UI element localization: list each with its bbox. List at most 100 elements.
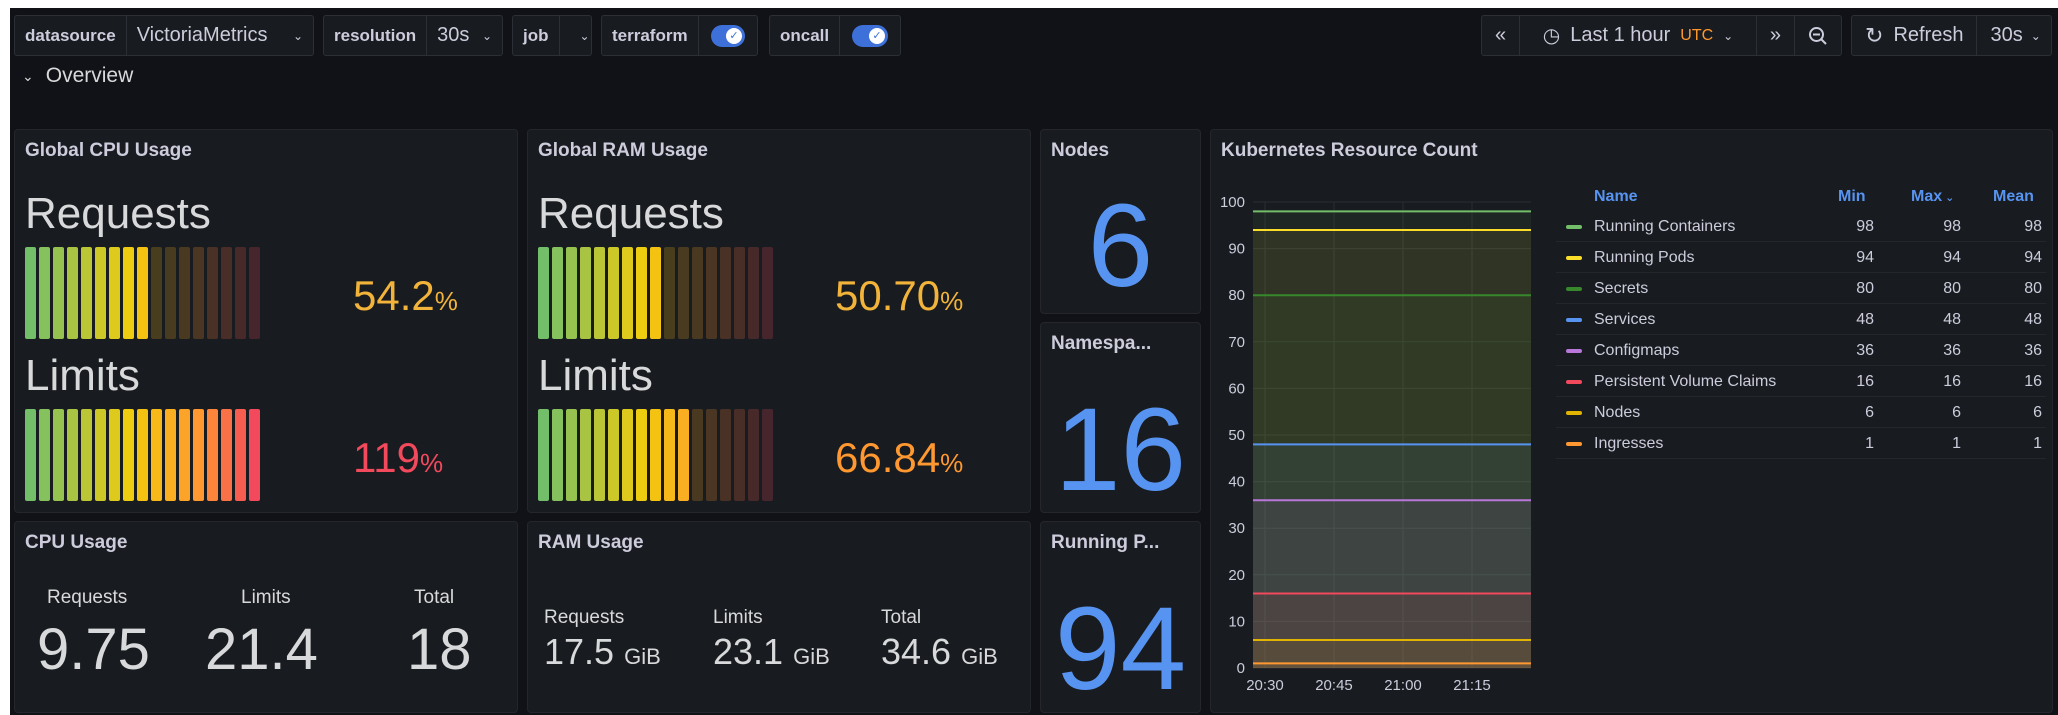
legend-mean: 36	[2024, 342, 2042, 359]
cpu-total-stat: 18	[407, 617, 472, 682]
legend-min: 1	[1865, 435, 1874, 452]
gauge-cell	[692, 247, 703, 339]
panel-running-pods: Running P... 94	[1040, 521, 1201, 713]
terraform-toggle-variable[interactable]: terraform ✓	[601, 15, 758, 56]
time-back-button[interactable]: «	[1482, 16, 1521, 55]
legend-swatch	[1566, 442, 1582, 446]
gauge-cell	[25, 409, 36, 501]
refresh-button[interactable]: ↻ Refresh	[1852, 16, 1978, 55]
gauge-cell	[235, 247, 246, 339]
chevron-down-icon: ⌄	[1723, 28, 1734, 43]
gauge-cell	[762, 409, 773, 501]
gauge-cell	[650, 409, 661, 501]
resolution-variable[interactable]: resolution 30s ⌄	[323, 15, 503, 56]
legend-row[interactable]: Running Containers 98 98 98	[1556, 212, 2046, 242]
resolution-value: 30s	[437, 24, 470, 46]
ram-limits-value: 66.84%	[835, 434, 964, 481]
panel-nodes: Nodes 6	[1040, 129, 1201, 314]
ram-requests-stat: 17.5 GiB	[544, 631, 661, 672]
legend-row[interactable]: Configmaps 36 36 36	[1556, 336, 2046, 366]
time-forward-button[interactable]: »	[1757, 16, 1795, 55]
legend-swatch	[1566, 318, 1582, 322]
gauge-cell	[580, 247, 591, 339]
cpu-requests-label: Requests	[47, 587, 128, 608]
ram-requests-bargauge	[538, 247, 773, 339]
legend-row[interactable]: Secrets 80 80 80	[1556, 274, 2046, 304]
gauge-cell	[762, 247, 773, 339]
terraform-label: terraform	[602, 16, 699, 55]
gauge-cell	[594, 247, 605, 339]
legend-series-name: Configmaps	[1594, 342, 1680, 359]
legend-series-name: Ingresses	[1594, 435, 1664, 452]
zoom-out-button[interactable]	[1795, 16, 1841, 55]
legend-max: 98	[1943, 218, 1961, 235]
legend-mean: 1	[2033, 435, 2042, 452]
time-range-picker[interactable]: ◷ Last 1 hour UTC ⌄	[1520, 16, 1757, 55]
cpu-limits-stat: 21.4	[205, 617, 318, 682]
time-range-label: Last 1 hour	[1570, 24, 1671, 46]
legend-series-name: Running Containers	[1594, 218, 1736, 235]
gauge-cell	[137, 247, 148, 339]
namespaces-value: 16	[1054, 384, 1187, 513]
legend-row[interactable]: Services 48 48 48	[1556, 305, 2046, 335]
timezone-label: UTC	[1680, 26, 1714, 44]
panel-title: Kubernetes Resource Count	[1221, 140, 1478, 161]
oncall-toggle-variable[interactable]: oncall ✓	[769, 15, 901, 56]
cpu-requests-value: 54.2%	[353, 272, 458, 319]
gauge-cell	[664, 247, 675, 339]
chevron-down-icon: ⌄	[292, 28, 303, 43]
gauge-cell	[552, 247, 563, 339]
legend-header-min[interactable]: Min	[1838, 188, 1866, 206]
chevron-down-icon: ⌄	[2030, 28, 2041, 43]
y-tick-label: 80	[1228, 287, 1245, 304]
gauge-cell	[25, 247, 36, 339]
job-variable[interactable]: job ⌄	[512, 15, 592, 56]
gauge-cell	[193, 247, 204, 339]
oncall-toggle[interactable]: ✓	[852, 24, 888, 47]
datasource-variable[interactable]: datasource VictoriaMetrics ⌄	[14, 15, 314, 56]
panel-title: Global RAM Usage	[538, 140, 708, 161]
legend-swatch	[1566, 411, 1582, 415]
gauge-cell	[538, 247, 549, 339]
cpu-limits-label: Limits	[241, 587, 291, 608]
gauge-cell	[608, 247, 619, 339]
limits-label: Limits	[538, 351, 653, 400]
terraform-toggle[interactable]: ✓	[710, 24, 745, 47]
chevron-down-icon: ⌄	[579, 28, 590, 43]
nodes-value: 6	[1087, 180, 1154, 312]
legend-max: 6	[1952, 404, 1961, 421]
y-tick-label: 30	[1228, 520, 1245, 537]
refresh-interval-picker[interactable]: 30s ⌄	[1977, 16, 2053, 55]
k8s-timeseries-chart[interactable]: 0 10 20 30 40 50 60 70 80 90 100 20:30 20:45 21:00 21:…	[1211, 180, 1541, 710]
x-tick-label: 21:00	[1384, 677, 1422, 694]
legend-row[interactable]: Running Pods 94 94 94	[1556, 243, 2046, 273]
legend-swatch	[1566, 225, 1582, 229]
gauge-cell	[720, 409, 731, 501]
datasource-label: datasource	[15, 16, 127, 55]
legend-mean: 80	[2024, 280, 2042, 297]
gauge-cell	[67, 247, 78, 339]
resolution-label: resolution	[324, 16, 428, 55]
legend-max: 94	[1943, 249, 1961, 266]
legend-max: 16	[1943, 373, 1961, 390]
legend-row[interactable]: Nodes 6 6 6	[1556, 398, 2046, 428]
legend-header-max[interactable]: Max ⌄	[1911, 188, 1954, 206]
legend-header-mean[interactable]: Mean	[1993, 188, 2034, 206]
y-tick-label: 100	[1220, 194, 1245, 211]
gauge-cell	[81, 409, 92, 501]
legend-row[interactable]: Persistent Volume Claims 16 16 16	[1556, 367, 2046, 397]
gauge-cell	[123, 409, 134, 501]
time-picker-group: « ◷ Last 1 hour UTC ⌄ »	[1481, 15, 1842, 56]
legend-header-name[interactable]: Name	[1594, 188, 1638, 206]
gauge-cell	[622, 409, 633, 501]
zoom-out-icon	[1809, 26, 1827, 45]
panel-global-cpu: Global CPU Usage Requests 54.2% Limits 1…	[14, 129, 518, 513]
gauge-cell	[95, 409, 106, 501]
legend-mean: 16	[2024, 373, 2042, 390]
gauge-cell	[151, 247, 162, 339]
y-tick-label: 0	[1237, 660, 1245, 677]
legend-row[interactable]: Ingresses 1 1 1	[1556, 429, 2046, 459]
limits-label: Limits	[25, 351, 140, 400]
row-overview[interactable]: ⌄ Overview	[22, 64, 133, 88]
gauge-cell	[221, 409, 232, 501]
